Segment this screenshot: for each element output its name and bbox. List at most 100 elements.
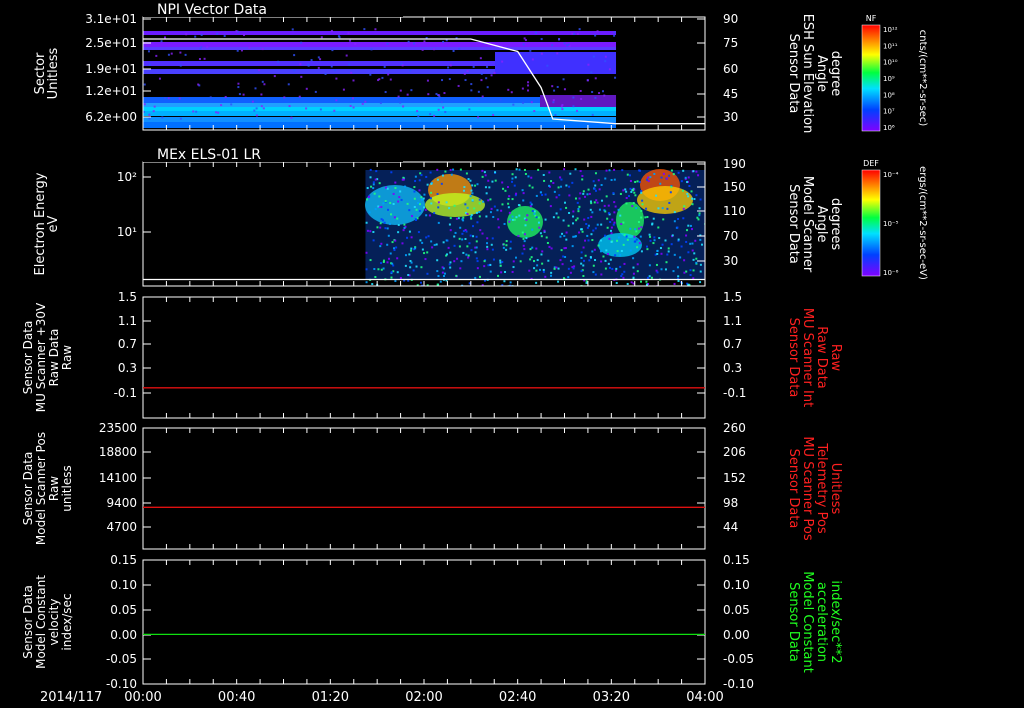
npi-band-1 (143, 42, 617, 47)
y2-tick-label: 60 (723, 62, 738, 76)
els-pixel (568, 194, 571, 197)
els-pixel (635, 238, 638, 241)
els-pixel (668, 174, 671, 177)
npi-speckle (335, 77, 338, 80)
els-pixel (537, 168, 540, 171)
npi-speckle (535, 31, 538, 34)
els-pixel (500, 209, 503, 212)
npi-speckle (314, 90, 317, 93)
els-pixel (695, 170, 698, 173)
els-pixel (538, 226, 541, 229)
time-tick-label: 00:40 (218, 690, 255, 705)
y-tick-label: 2.5e+01 (85, 36, 137, 50)
els-pixel (645, 283, 648, 286)
npi-speckle (352, 106, 355, 109)
els-pixel (606, 217, 609, 220)
els-pixel (544, 275, 547, 278)
els-pixel (509, 218, 512, 221)
npi-speckle (345, 54, 348, 57)
npi-speckle (370, 48, 373, 51)
els-pixel (633, 235, 636, 238)
npi-speckle (194, 35, 197, 38)
els-pixel (478, 275, 481, 278)
npi-speckle (426, 79, 429, 82)
npi-speckle (523, 37, 526, 40)
els-pixel (475, 235, 478, 238)
els-pixel (511, 180, 514, 183)
panel-frame-3 (142, 296, 706, 419)
npi-speckle (416, 110, 419, 113)
npi-speckle (337, 35, 340, 38)
els-pixel (647, 176, 650, 179)
npi-speckle (521, 87, 524, 90)
npi-speckle (406, 93, 409, 96)
els-pixel (393, 247, 396, 250)
els-pixel (661, 207, 664, 210)
npi-speckle (435, 92, 438, 95)
els-pixel (462, 189, 465, 192)
els-pixel (623, 270, 626, 273)
npi-speckle (287, 83, 290, 86)
els-pixel (562, 255, 565, 258)
els-pixel (377, 205, 380, 208)
time-tick-label: 03:20 (593, 690, 630, 705)
els-pixel (640, 209, 643, 212)
els-pixel (632, 189, 635, 192)
els-pixel (693, 198, 696, 201)
els-pixel (587, 216, 590, 219)
els-pixel (659, 247, 662, 250)
npi-speckle (399, 89, 402, 92)
els-pixel (429, 171, 432, 174)
els-pixel (409, 266, 412, 269)
npi-speckle (594, 34, 597, 37)
els-pixel (593, 187, 596, 190)
els-pixel (436, 259, 439, 262)
npi-speckle (437, 108, 440, 111)
y2-axis-label: Model Scanner (800, 176, 815, 273)
els-pixel (639, 235, 642, 238)
els-pixel (673, 282, 676, 285)
npi-speckle (143, 83, 146, 86)
els-pixel (677, 238, 680, 241)
els-pixel (474, 276, 477, 279)
els-pixel (622, 243, 625, 246)
npi-speckle (566, 44, 569, 47)
npi-speckle (290, 116, 293, 119)
els-pixel (386, 261, 389, 264)
els-pixel (607, 262, 610, 265)
els-pixel (592, 264, 595, 267)
els-pixel (414, 175, 417, 178)
npi-speckle (613, 34, 616, 37)
els-pixel (466, 212, 469, 215)
els-pixel (425, 175, 428, 178)
els-pixel (613, 201, 616, 204)
npi-speckle (397, 95, 400, 98)
els-pixel (399, 276, 402, 279)
els-pixel (649, 239, 652, 242)
npi-speckle (170, 52, 173, 55)
npi-speckle (413, 42, 416, 45)
npi-speckle (342, 88, 345, 91)
els-pixel (689, 274, 692, 277)
els-pixel (583, 195, 586, 198)
npi-speckle (530, 101, 533, 104)
els-pixel (483, 265, 486, 268)
els-pixel (509, 247, 512, 250)
els-pixel (594, 273, 597, 276)
els-pixel (575, 219, 578, 222)
els-pixel (636, 180, 639, 183)
colorbar-unit: cnts/(cm**2-sr-sec) (917, 30, 928, 127)
els-pixel (589, 208, 592, 211)
els-pixel (487, 199, 490, 202)
els-pixel (638, 242, 641, 245)
els-pixel (478, 202, 481, 205)
els-pixel (505, 240, 508, 243)
y2-tick-label: 190 (723, 157, 746, 171)
els-pixel (490, 243, 493, 246)
els-pixel (557, 186, 560, 189)
els-pixel (430, 182, 433, 185)
els-pixel (502, 187, 505, 190)
els-pixel (632, 266, 635, 269)
y2-tick-label: 30 (723, 254, 738, 268)
els-pixel (604, 177, 607, 180)
